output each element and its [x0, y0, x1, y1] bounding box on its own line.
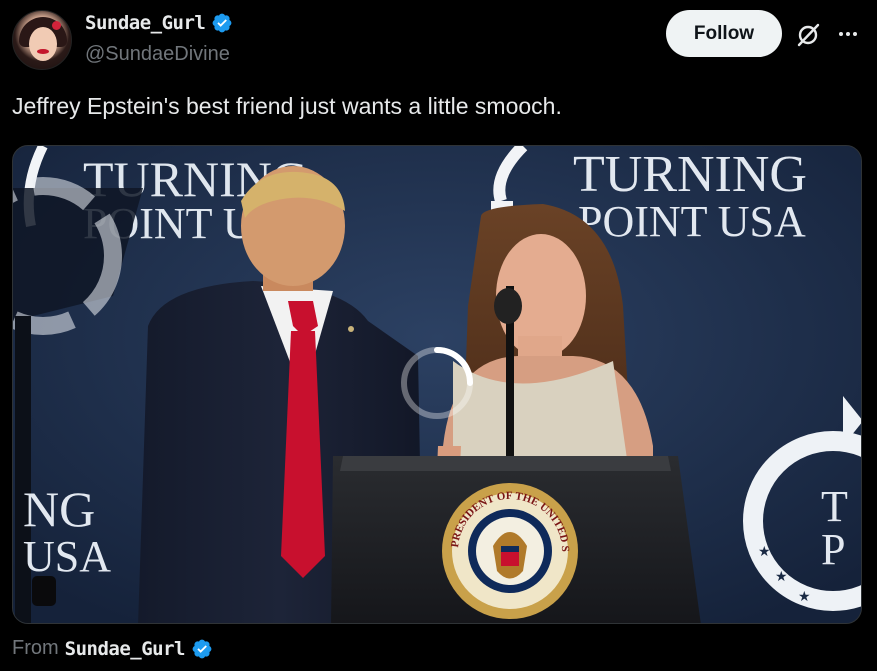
backdrop-text-lower-left-2: USA: [23, 532, 111, 581]
verified-badge-icon: [212, 13, 232, 33]
svg-text:★: ★: [775, 568, 788, 584]
video-frame: TURNING POINT USA TURNING POINT USA NG U…: [13, 146, 861, 623]
verified-badge-icon: [192, 639, 212, 658]
follow-button[interactable]: Follow: [666, 10, 782, 57]
author-avatar[interactable]: [12, 10, 72, 70]
backdrop-text-lower-right-1: T: [821, 482, 848, 531]
tweet-video[interactable]: TURNING POINT USA TURNING POINT USA NG U…: [12, 145, 862, 624]
author-name-row[interactable]: Sundae_Gurl: [85, 12, 233, 34]
from-author-name[interactable]: Sundae_Gurl: [65, 638, 186, 660]
svg-text:★: ★: [798, 588, 811, 604]
backdrop-text-right-1: TURNING: [573, 146, 807, 203]
svg-text:★: ★: [758, 543, 771, 559]
grok-icon[interactable]: [795, 22, 821, 48]
from-label: From: [12, 637, 59, 659]
tweet-text: Jeffrey Epstein's best friend just wants…: [12, 93, 562, 119]
backdrop-text-right-2: POINT USA: [578, 197, 806, 246]
backdrop-text-lower-right-2: P: [821, 525, 845, 574]
backdrop-text-lower-left-1: NG: [23, 481, 95, 537]
more-icon[interactable]: [836, 22, 860, 46]
author-handle[interactable]: @SundaeDivine: [85, 43, 230, 66]
author-display-name[interactable]: Sundae_Gurl: [85, 12, 206, 34]
from-attribution[interactable]: From Sundae_Gurl: [12, 637, 213, 660]
